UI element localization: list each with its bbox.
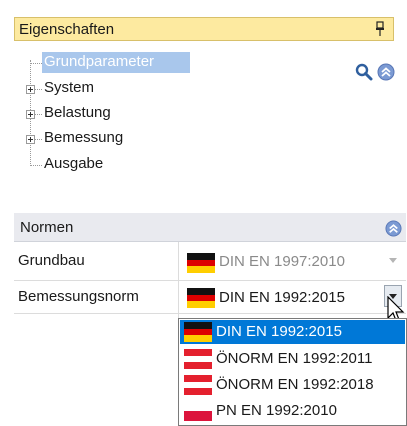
dropdown-option[interactable]: DIN EN 1992:2015: [180, 320, 405, 344]
normen-section-title: Normen: [20, 219, 74, 236]
tree-item-ausgabe[interactable]: Ausgabe: [44, 155, 103, 172]
pin-icon[interactable]: [375, 20, 385, 38]
dropdown-option-label: PN EN 1992:2010: [216, 402, 337, 419]
property-label-bemessungsnorm: Bemessungsnorm: [18, 288, 139, 305]
flag-at-icon: [184, 349, 212, 369]
expand-icon[interactable]: [26, 110, 35, 119]
bemessungsnorm-select[interactable]: DIN EN 1992:2015: [179, 281, 406, 313]
flag-pl-icon: [184, 401, 212, 421]
dropdown-option[interactable]: ÖNORM EN 1992:2011: [180, 347, 405, 371]
dropdown-option[interactable]: ÖNORM EN 1992:2018: [180, 373, 405, 397]
grundbau-value: DIN EN 1997:2010: [219, 253, 345, 270]
properties-panel-title: Eigenschaften: [19, 21, 115, 38]
flag-de-icon: [187, 253, 215, 273]
properties-panel-header: Eigenschaften: [14, 17, 394, 41]
dropdown-option-label: ÖNORM EN 1992:2011: [216, 350, 373, 367]
dropdown-option-label: ÖNORM EN 1992:2018: [216, 376, 374, 393]
expand-icon[interactable]: [26, 135, 35, 144]
chevron-down-icon: [389, 258, 397, 263]
dropdown-option[interactable]: PN EN 1992:2010: [180, 399, 405, 423]
collapse-section-icon[interactable]: [385, 220, 402, 237]
tree-item-bemessung[interactable]: Bemessung: [44, 129, 123, 146]
collapse-icon[interactable]: [377, 63, 395, 81]
flag-de-icon: [184, 322, 212, 342]
property-label-grundbau: Grundbau: [18, 252, 85, 269]
tree-item-grundparameter[interactable]: Grundparameter: [44, 53, 154, 70]
bemessungsnorm-value: DIN EN 1992:2015: [219, 289, 345, 306]
flag-at-icon: [184, 375, 212, 395]
dropdown-list: DIN EN 1992:2015 ÖNORM EN 1992:2011 ÖNOR…: [178, 318, 407, 426]
expand-icon[interactable]: [26, 85, 35, 94]
dropdown-option-label: DIN EN 1992:2015: [216, 323, 342, 340]
tree-item-system[interactable]: System: [44, 79, 94, 96]
tree-item-belastung[interactable]: Belastung: [44, 104, 111, 121]
grundbau-select[interactable]: DIN EN 1997:2010: [179, 243, 406, 280]
flag-de-icon: [187, 288, 215, 308]
normen-section-header: Normen: [14, 213, 406, 242]
search-icon[interactable]: [355, 63, 373, 81]
